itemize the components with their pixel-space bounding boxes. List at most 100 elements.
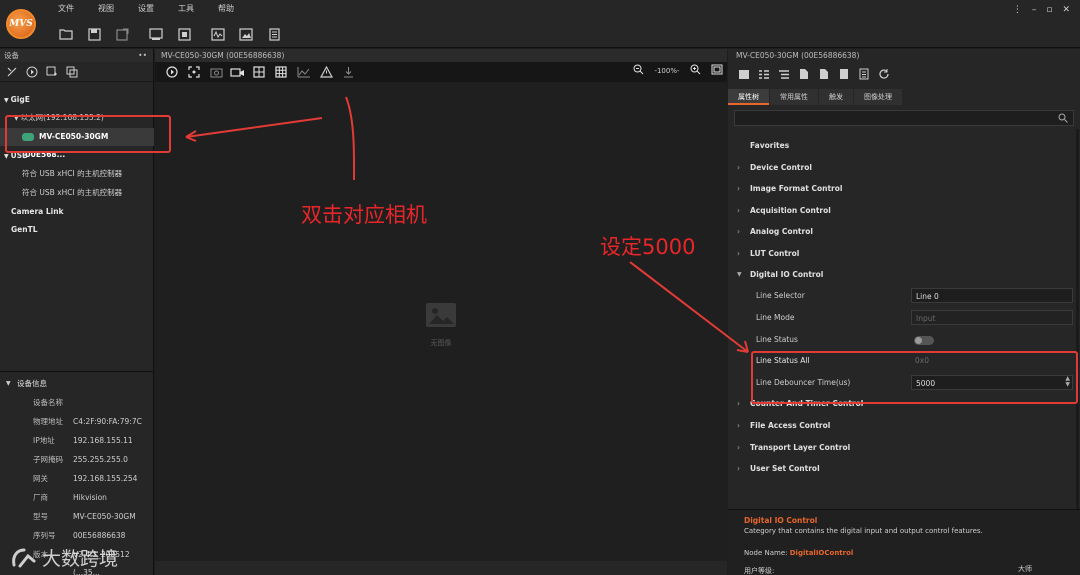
description-node-name: Node Name: DigitalIOControl — [744, 549, 854, 557]
import-icon[interactable] — [736, 66, 752, 82]
line-mode-field: Input — [911, 310, 1073, 325]
tab-common-properties[interactable]: 常用属性 — [770, 89, 818, 105]
tab-property-tree[interactable]: 属性树 — [728, 89, 769, 105]
maximize-icon[interactable]: ▫ — [1046, 5, 1052, 15]
image-placeholder-icon — [426, 303, 456, 327]
chevron-down-icon: ▼ — [737, 271, 742, 278]
info-row-ip: IP地址 192.168.155.11 — [33, 436, 133, 445]
save-icon[interactable] — [80, 24, 108, 44]
tree-view-icon[interactable] — [756, 66, 772, 82]
menu-help[interactable]: 帮助 — [210, 3, 250, 17]
record-icon[interactable] — [227, 64, 249, 80]
prop-line-selector: Line Selector Line 0 — [728, 285, 1074, 306]
document-list-icon[interactable] — [856, 66, 872, 82]
refresh-icon[interactable] — [876, 66, 892, 82]
info-row-name: 设备名称 — [33, 398, 63, 407]
device-toolbar — [0, 62, 153, 82]
annotation-set-5000: 设定5000 — [600, 235, 696, 259]
chevron-right-icon: › — [737, 184, 740, 193]
description-panel: Digital IO Control Category that contain… — [728, 509, 1080, 575]
tree-group-gentl[interactable]: GenTL — [0, 221, 154, 239]
tree-usb-controller[interactable]: 符合 USB xHCI 的主机控制器 — [0, 165, 154, 183]
info-row-subnet: 子网掩码 255.255.255.0 — [33, 455, 128, 464]
category-acquisition-control[interactable]: › Acquisition Control — [728, 200, 1074, 221]
minimize-icon[interactable]: – — [1032, 5, 1037, 15]
device-panel-title: 设备 •• — [0, 49, 153, 62]
category-favorites[interactable]: Favorites — [728, 135, 1074, 156]
category-lut-control[interactable]: › LUT Control — [728, 243, 1074, 264]
description-user-level-label: 用户等级: — [744, 567, 775, 575]
category-analog-control[interactable]: › Analog Control — [728, 221, 1074, 242]
tree-group-camera-link[interactable]: Camera Link — [0, 203, 154, 221]
category-image-format-control[interactable]: › Image Format Control — [728, 178, 1074, 199]
waveform-icon[interactable] — [204, 24, 232, 44]
chevron-down-icon: ▼ — [4, 97, 9, 104]
multi-device-icon[interactable] — [64, 64, 80, 80]
grid-icon[interactable] — [249, 64, 271, 80]
property-search-input[interactable] — [734, 110, 1074, 126]
more-icon[interactable]: ⋮ — [1013, 5, 1022, 15]
chevron-right-icon: › — [737, 163, 740, 172]
image-view-icon[interactable] — [232, 24, 260, 44]
user-level-value[interactable]: 大师 — [1018, 564, 1032, 574]
status-bar — [155, 561, 727, 575]
start-icon[interactable] — [24, 64, 40, 80]
fit-window-icon[interactable] — [711, 64, 723, 77]
zoom-in-icon[interactable] — [690, 64, 701, 77]
line-selector-dropdown[interactable]: Line 0 — [911, 288, 1073, 303]
image-toolbar: -100%- — [155, 62, 727, 82]
tab-trigger[interactable]: 触发 — [819, 89, 853, 105]
description-body: Category that contains the digital input… — [744, 527, 983, 535]
annotation-box-debouncer — [751, 351, 1078, 404]
document-save-icon[interactable] — [836, 66, 852, 82]
tree-group-gige[interactable]: ▼ GigE — [0, 91, 154, 109]
zoom-controls: -100%- — [633, 64, 723, 77]
histogram-icon[interactable] — [293, 64, 315, 80]
close-icon[interactable]: ✕ — [1062, 5, 1070, 15]
category-digital-io-control[interactable]: ▼ Digital IO Control — [728, 264, 1074, 285]
window-controls: ⋮ – ▫ ✕ — [1013, 5, 1070, 15]
fullscreen-icon[interactable] — [170, 24, 198, 44]
menu-settings[interactable]: 设置 — [130, 3, 170, 17]
property-panel-title: MV-CE050-30GM (00E56886638) — [736, 51, 860, 60]
info-row-mac: 物理地址 C4:2F:90:FA:79:7C — [33, 417, 142, 426]
ip-config-icon[interactable] — [4, 64, 20, 80]
chevron-down-icon: ▼ — [6, 380, 11, 387]
menu-view[interactable]: 视图 — [90, 3, 130, 17]
app-logo: MVS — [6, 9, 36, 39]
chevron-right-icon: › — [737, 399, 740, 408]
document-icon[interactable] — [796, 66, 812, 82]
info-row-gateway: 网关 192.168.155.254 — [33, 474, 138, 483]
watermark: 大数跨境 — [10, 544, 118, 571]
capture-settings-icon[interactable] — [142, 24, 170, 44]
tab-image-processing[interactable]: 图像处理 — [854, 89, 902, 105]
multi-grid-icon[interactable] — [271, 64, 293, 80]
list-icon[interactable] — [260, 24, 288, 44]
camera-snapshot-icon[interactable] — [205, 64, 227, 80]
menu-tools[interactable]: 工具 — [170, 3, 210, 17]
title-bar: MVS 文件 视图 设置 工具 帮助 ⋮ – ▫ ✕ — [0, 0, 1080, 48]
category-transport-layer-control[interactable]: › Transport Layer Control — [728, 437, 1074, 458]
focus-icon[interactable] — [183, 64, 205, 80]
property-tabs: 属性树 常用属性 触发 图像处理 — [728, 89, 903, 105]
category-device-control[interactable]: › Device Control — [728, 157, 1074, 178]
warning-icon[interactable] — [315, 64, 337, 80]
add-device-icon[interactable] — [44, 64, 60, 80]
line-status-toggle[interactable] — [914, 336, 934, 345]
list-view-icon[interactable] — [776, 66, 792, 82]
export-icon[interactable] — [337, 64, 359, 80]
panel-menu-icon[interactable]: •• — [138, 49, 147, 62]
open-folder-icon[interactable] — [52, 24, 80, 44]
play-icon[interactable] — [161, 64, 183, 80]
menu-file[interactable]: 文件 — [50, 3, 90, 17]
prop-line-mode: Line Mode Input — [728, 307, 1074, 328]
chevron-right-icon: › — [737, 464, 740, 473]
category-user-set-control[interactable]: › User Set Control — [728, 458, 1074, 479]
chevron-right-icon: › — [737, 421, 740, 430]
tree-usb-controller[interactable]: 符合 USB xHCI 的主机控制器 — [0, 184, 154, 202]
zoom-out-icon[interactable] — [633, 64, 644, 77]
category-file-access-control[interactable]: › File Access Control — [728, 415, 1074, 436]
save-as-icon[interactable] — [108, 24, 136, 44]
document-add-icon[interactable] — [816, 66, 832, 82]
property-scrollbar[interactable] — [1076, 129, 1079, 509]
